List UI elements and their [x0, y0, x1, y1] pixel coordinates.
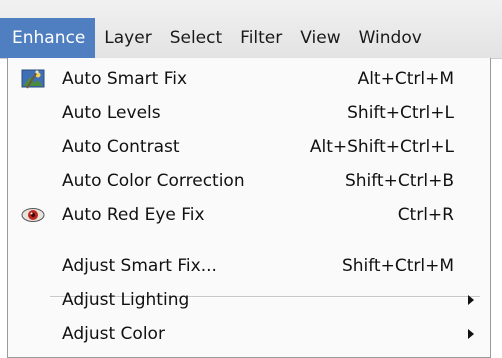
menu-layer[interactable]: Layer	[95, 18, 160, 58]
menu-item-shortcut: Ctrl+R	[397, 204, 454, 225]
menu-view[interactable]: View	[291, 18, 349, 58]
menu-window[interactable]: Windov	[350, 18, 431, 58]
menu-item-auto-levels[interactable]: Auto Levels Shift+Ctrl+L	[8, 96, 490, 129]
menu-item-adjust-lighting[interactable]: Adjust Lighting	[8, 283, 490, 316]
menu-select[interactable]: Select	[161, 18, 231, 58]
menu-item-label: Auto Red Eye Fix	[62, 204, 205, 225]
menu-item-label: Adjust Smart Fix...	[62, 255, 217, 276]
submenu-arrow-icon	[468, 294, 474, 305]
menu-item-label: Adjust Lighting	[62, 289, 190, 310]
menu-item-label: Auto Color Correction	[62, 170, 245, 191]
menu-item-shortcut: Shift+Ctrl+L	[347, 102, 454, 123]
menu-item-label: Adjust Color	[62, 323, 165, 344]
menu-item-shortcut: Shift+Ctrl+M	[341, 255, 454, 276]
menu-item-label: Auto Contrast	[62, 136, 180, 157]
enhance-dropdown-menu: Auto Smart Fix Alt+Ctrl+M Auto Levels Sh…	[7, 58, 491, 358]
menu-item-auto-red-eye-fix[interactable]: Auto Red Eye Fix Ctrl+R	[8, 198, 490, 231]
menu-item-auto-color-correction[interactable]: Auto Color Correction Shift+Ctrl+B	[8, 164, 490, 197]
menu-item-adjust-color[interactable]: Adjust Color	[8, 317, 490, 350]
menu-item-auto-smart-fix[interactable]: Auto Smart Fix Alt+Ctrl+M	[8, 62, 490, 95]
menu-item-shortcut: Alt+Shift+Ctrl+L	[309, 136, 454, 157]
menu-enhance[interactable]: Enhance	[0, 18, 96, 58]
menu-bar: Enhance Layer Select Filter View Windov	[0, 0, 502, 59]
menu-item-shortcut: Alt+Ctrl+M	[357, 68, 454, 89]
red-eye-icon	[21, 207, 45, 222]
menu-item-auto-contrast[interactable]: Auto Contrast Alt+Shift+Ctrl+L	[8, 130, 490, 163]
menu-item-label: Auto Smart Fix	[62, 68, 188, 89]
auto-smart-fix-icon	[21, 69, 45, 89]
menu-filter[interactable]: Filter	[231, 18, 291, 58]
submenu-arrow-icon	[468, 328, 474, 339]
menu-item-shortcut: Shift+Ctrl+B	[344, 170, 454, 191]
menu-item-adjust-smart-fix[interactable]: Adjust Smart Fix... Shift+Ctrl+M	[8, 249, 490, 282]
menu-item-label: Auto Levels	[62, 102, 161, 123]
